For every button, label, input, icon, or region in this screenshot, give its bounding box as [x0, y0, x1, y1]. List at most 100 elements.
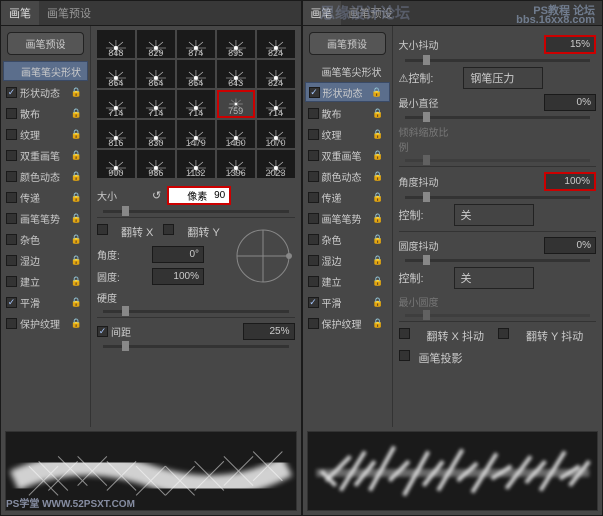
angle-input[interactable]: [152, 246, 204, 263]
sidebar-item-12[interactable]: 保护纹理🔒: [305, 313, 390, 333]
brush-preset-button[interactable]: 画笔预设: [7, 32, 84, 55]
sidebar-item-8[interactable]: 杂色🔒: [305, 229, 390, 249]
sidebar-item-11[interactable]: ✓平滑🔒: [3, 292, 88, 312]
brush-thumb[interactable]: 864: [177, 60, 215, 88]
option-checkbox[interactable]: [6, 108, 17, 119]
option-checkbox[interactable]: [6, 318, 17, 329]
brush-thumb[interactable]: 2023: [257, 150, 295, 178]
angle-jitter-input[interactable]: [544, 172, 596, 191]
spacing-slider[interactable]: [103, 345, 289, 348]
flip-x-checkbox[interactable]: [97, 224, 108, 235]
brush-thumb[interactable]: 759: [217, 90, 255, 118]
brush-thumb[interactable]: 874: [177, 30, 215, 58]
sidebar-item-0[interactable]: 画笔笔尖形状: [305, 61, 390, 81]
sidebar-item-4[interactable]: 双重画笔🔒: [305, 145, 390, 165]
brush-thumb[interactable]: 824: [257, 30, 295, 58]
reset-icon[interactable]: ↺: [152, 189, 161, 202]
sidebar-item-9[interactable]: 湿边🔒: [305, 250, 390, 270]
flip-y-checkbox[interactable]: [163, 224, 174, 235]
option-checkbox[interactable]: ✓: [6, 297, 17, 308]
sidebar-item-3[interactable]: 纹理🔒: [305, 124, 390, 144]
spacing-input[interactable]: [243, 323, 295, 340]
brush-thumb[interactable]: 643: [217, 60, 255, 88]
brush-thumb[interactable]: 816: [97, 120, 135, 148]
brush-thumb[interactable]: 1479: [177, 120, 215, 148]
brush-thumb[interactable]: 714: [257, 90, 295, 118]
option-checkbox[interactable]: [6, 234, 17, 245]
sidebar-item-6[interactable]: 传递🔒: [305, 187, 390, 207]
tab-preset-r[interactable]: 画笔预设: [341, 1, 401, 25]
flip-x-jitter-cb[interactable]: [399, 328, 410, 339]
sidebar-item-8[interactable]: 杂色🔒: [3, 229, 88, 249]
tab-brush-r[interactable]: 画笔: [303, 1, 341, 25]
sidebar-item-4[interactable]: 双重画笔🔒: [3, 145, 88, 165]
option-checkbox[interactable]: ✓: [6, 87, 17, 98]
sidebar-item-2[interactable]: 散布🔒: [3, 103, 88, 123]
brush-thumb[interactable]: 864: [97, 60, 135, 88]
control3-select[interactable]: 关: [454, 267, 534, 289]
round-input[interactable]: [152, 268, 204, 285]
min-dia-input[interactable]: [544, 94, 596, 111]
option-checkbox[interactable]: [308, 171, 319, 182]
brush-thumb[interactable]: 895: [217, 30, 255, 58]
control2-select[interactable]: 关: [454, 204, 534, 226]
option-checkbox[interactable]: [6, 276, 17, 287]
sidebar-item-1[interactable]: ✓形状动态🔒: [305, 82, 390, 102]
sidebar-item-5[interactable]: 颜色动态🔒: [305, 166, 390, 186]
option-checkbox[interactable]: [6, 255, 17, 266]
sidebar-item-7[interactable]: 画笔笔势🔒: [3, 208, 88, 228]
sidebar-item-11[interactable]: ✓平滑🔒: [305, 292, 390, 312]
option-checkbox[interactable]: [308, 255, 319, 266]
brush-thumb[interactable]: 1132: [177, 150, 215, 178]
sidebar-item-6[interactable]: 传递🔒: [3, 187, 88, 207]
sidebar-item-1[interactable]: ✓形状动态🔒: [3, 82, 88, 102]
brush-thumb[interactable]: 714: [137, 90, 175, 118]
option-checkbox[interactable]: [308, 318, 319, 329]
sidebar-item-0[interactable]: 画笔笔尖形状: [3, 61, 88, 81]
sidebar-item-12[interactable]: 保护纹理🔒: [3, 313, 88, 333]
brush-thumb[interactable]: 1070: [257, 120, 295, 148]
brush-preset-button-r[interactable]: 画笔预设: [309, 32, 386, 55]
sidebar-item-2[interactable]: 散布🔒: [305, 103, 390, 123]
sidebar-item-3[interactable]: 纹理🔒: [3, 124, 88, 144]
brush-proj-cb[interactable]: [399, 350, 410, 361]
min-dia-slider[interactable]: [405, 116, 591, 119]
brush-thumb[interactable]: 824: [257, 60, 295, 88]
control-select[interactable]: 钢笔压力: [463, 67, 543, 89]
spacing-checkbox[interactable]: ✓: [97, 326, 108, 337]
brush-thumb[interactable]: 1460: [217, 120, 255, 148]
option-checkbox[interactable]: [308, 150, 319, 161]
brush-thumb[interactable]: 714: [177, 90, 215, 118]
size-slider[interactable]: [103, 210, 289, 213]
option-checkbox[interactable]: [308, 108, 319, 119]
brush-thumb[interactable]: 1396: [217, 150, 255, 178]
tab-brush[interactable]: 画笔: [1, 1, 39, 25]
option-checkbox[interactable]: ✓: [309, 87, 320, 98]
sidebar-item-10[interactable]: 建立🔒: [3, 271, 88, 291]
round-jitter-slider[interactable]: [405, 259, 591, 262]
sidebar-item-10[interactable]: 建立🔒: [305, 271, 390, 291]
option-checkbox[interactable]: ✓: [308, 297, 319, 308]
hardness-slider[interactable]: [103, 310, 289, 313]
option-checkbox[interactable]: [6, 150, 17, 161]
tab-preset[interactable]: 画笔预设: [39, 1, 99, 25]
sidebar-item-9[interactable]: 湿边🔒: [3, 250, 88, 270]
flip-y-jitter-cb[interactable]: [498, 328, 509, 339]
option-checkbox[interactable]: [308, 192, 319, 203]
brush-thumb[interactable]: 829: [137, 30, 175, 58]
brush-thumb[interactable]: 830: [137, 120, 175, 148]
sidebar-item-7[interactable]: 画笔笔势🔒: [305, 208, 390, 228]
brush-thumb[interactable]: 714: [97, 90, 135, 118]
option-checkbox[interactable]: [308, 276, 319, 287]
angle-jitter-slider[interactable]: [405, 196, 591, 199]
round-jitter-input[interactable]: [544, 237, 596, 254]
brush-thumb[interactable]: 864: [137, 60, 175, 88]
option-checkbox[interactable]: [6, 171, 17, 182]
option-checkbox[interactable]: [6, 213, 17, 224]
brush-thumb[interactable]: 900: [97, 150, 135, 178]
option-checkbox[interactable]: [308, 234, 319, 245]
option-checkbox[interactable]: [308, 213, 319, 224]
option-checkbox[interactable]: [6, 129, 17, 140]
brush-thumb[interactable]: 848: [97, 30, 135, 58]
size-jitter-slider[interactable]: [405, 59, 591, 62]
